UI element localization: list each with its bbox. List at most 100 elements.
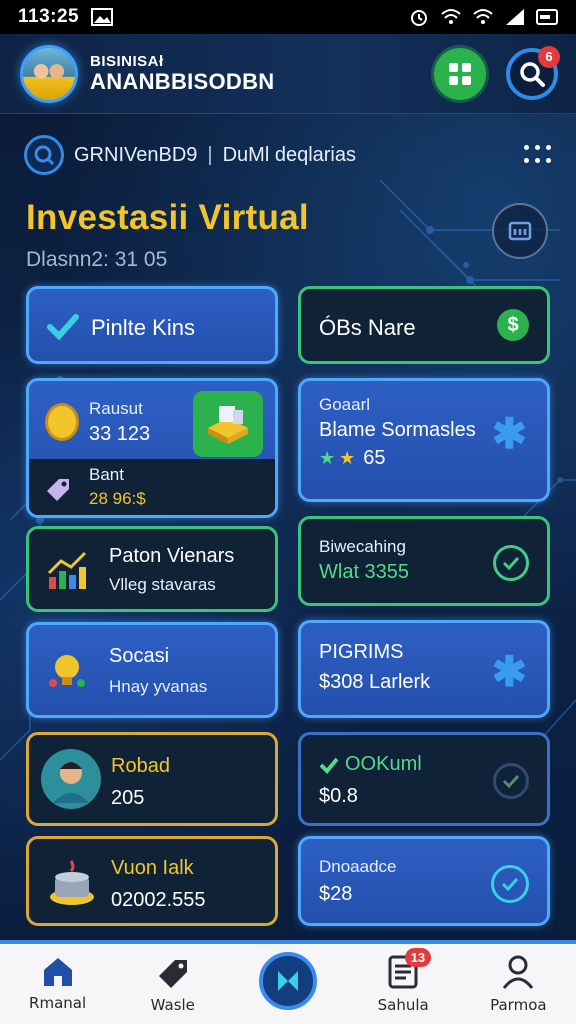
brand: BISINISAł ANANBBISODBN — [90, 54, 275, 93]
card-rausut[interactable]: Rausut 33 123 Bant 28 96:$ — [26, 378, 278, 518]
check-circle-icon — [493, 763, 529, 799]
card-ookum[interactable]: OOKuml $0.8 — [298, 732, 550, 826]
card-top: Goaarl — [319, 395, 371, 414]
chart-icon — [47, 551, 87, 589]
wifi-icon — [441, 9, 461, 24]
alarm-icon — [411, 10, 427, 26]
card-label-row: OOKuml — [319, 753, 422, 776]
person-avatar-icon — [41, 749, 101, 809]
nav-schedule[interactable]: 13 Sahula — [353, 942, 453, 1024]
card-value: 33 123 — [89, 423, 151, 445]
home-icon — [43, 958, 72, 986]
tag-icon — [158, 960, 187, 988]
rating-row: ★ ★ 65 — [319, 447, 386, 470]
nav-tasks[interactable]: Wasle — [123, 942, 223, 1024]
notification-badge: 13 — [404, 948, 432, 967]
card-game-sormasles[interactable]: Goaarl Blame Sormasles ★ ★ 65 ✱ — [298, 378, 550, 502]
sub-header-left: GRNIVenBD9 — [74, 143, 198, 166]
card-label: Vuon Ialk — [111, 857, 194, 879]
search-button[interactable]: 6 — [506, 45, 560, 100]
card-vuon-taik[interactable]: Vuon Ialk 02002.555 — [26, 836, 278, 926]
money-icon: $ — [497, 309, 529, 341]
card-label: Blame Sormasles — [319, 419, 476, 441]
wallet-button[interactable] — [492, 203, 548, 259]
app-header: BISINISAł ANANBBISODBN 6 — [0, 34, 576, 114]
status-time: 113:25 — [18, 6, 80, 27]
card-pigrims[interactable]: PIGRIMS $308 Larlerk ✱ — [298, 620, 550, 718]
bolt-icon — [277, 971, 298, 991]
card-lower: Bant 28 96:$ — [29, 459, 275, 515]
battery-icon — [536, 9, 558, 25]
card-value: Wlat 3355 — [319, 561, 410, 583]
card-obs-nare[interactable]: ÓBs Nare $ — [298, 286, 550, 364]
nav-label: Wasle — [150, 996, 195, 1014]
grid-button[interactable] — [434, 47, 486, 100]
card-robad[interactable]: Robad 205 — [26, 732, 278, 826]
signal-icon — [506, 9, 524, 25]
nav-label: Sahula — [377, 996, 429, 1014]
check-icon — [47, 314, 79, 341]
card-value: $308 Larlerk — [319, 671, 431, 693]
page-title: Investasii Virtual — [26, 198, 309, 237]
card-value: $0.8 — [319, 785, 358, 807]
avatar[interactable] — [20, 44, 78, 103]
nav-profile[interactable]: Parmoa — [468, 942, 568, 1024]
card-label: Socasi — [109, 645, 170, 667]
pot-icon — [50, 860, 94, 905]
card-value: 02002.555 — [111, 889, 206, 911]
nav-center[interactable] — [238, 942, 338, 1024]
asterisk-icon: ✱ — [491, 410, 527, 457]
tag-icon — [47, 479, 69, 501]
card-label: Robad — [111, 755, 170, 777]
check-circle-icon — [491, 865, 529, 903]
status-bar: 113:25 — [0, 0, 576, 34]
card-label: Rausut — [89, 399, 143, 418]
card-label: Paton Vienars — [109, 545, 235, 567]
page-subtitle: Dlasnn2: 31 05 — [26, 248, 168, 271]
brand-big: ANANBBISODBN — [90, 68, 275, 94]
lightbulb-icon — [49, 655, 85, 687]
card-sub-label: Bant — [89, 465, 124, 484]
bottom-navigation: Rmanal Wasle 13 Sahula Parmoa — [0, 940, 576, 1024]
check-icon — [319, 757, 339, 774]
card-sub: Hnay yvanas — [109, 677, 208, 696]
card-value: $28 — [319, 883, 353, 905]
center-action-button[interactable] — [258, 952, 317, 1010]
logo-icon — [24, 135, 64, 175]
brand-small: BISINISAł — [90, 53, 164, 71]
wallet-icon — [508, 221, 532, 241]
person-icon — [503, 955, 534, 989]
wifi-icon-2 — [473, 9, 493, 24]
check-circle-icon — [493, 545, 529, 581]
card-biwecaning[interactable]: Biwecahing Wlat 3355 — [298, 516, 550, 606]
more-menu-icon[interactable] — [524, 145, 552, 165]
grid-icon — [449, 62, 471, 85]
card-sub: Vlleg stavaras — [109, 575, 216, 594]
card-label: OOKuml — [345, 753, 422, 775]
notification-badge: 6 — [538, 45, 560, 68]
card-label: Pinlte Kins — [91, 315, 195, 340]
card-paton[interactable]: Paton Vienars Vlleg stavaras — [26, 526, 278, 612]
card-label: ÓBs Nare — [319, 315, 416, 340]
separator: | — [207, 143, 213, 166]
star-icon: ★ — [319, 448, 336, 468]
asterisk-icon: ✱ — [491, 648, 527, 695]
card-socasi[interactable]: Socasi Hnay yvanas — [26, 622, 278, 718]
sub-header-right: DuMl deqlarias — [222, 143, 356, 166]
card-label: Biwecahing — [319, 537, 406, 556]
nav-label: Rmanal — [29, 994, 87, 1012]
card-pinte-kins[interactable]: Pinlte Kins — [26, 286, 278, 364]
coin-icon — [45, 403, 79, 441]
sub-header: GRNIVenBD9 | DuMl deqlarias — [24, 130, 552, 180]
nav-home[interactable]: Rmanal — [8, 942, 108, 1024]
card-label: PIGRIMS — [319, 641, 404, 663]
card-value: 65 — [363, 447, 386, 469]
image-icon — [91, 8, 114, 26]
package-icon — [193, 391, 263, 457]
nav-label: Parmoa — [490, 996, 547, 1014]
card-value: 205 — [111, 787, 145, 809]
card-label: Dnoaadce — [319, 857, 397, 876]
card-sub-value: 28 96:$ — [89, 489, 146, 508]
card-dnoaadce[interactable]: Dnoaadce $28 — [298, 836, 550, 926]
star-icon: ★ — [339, 448, 356, 468]
